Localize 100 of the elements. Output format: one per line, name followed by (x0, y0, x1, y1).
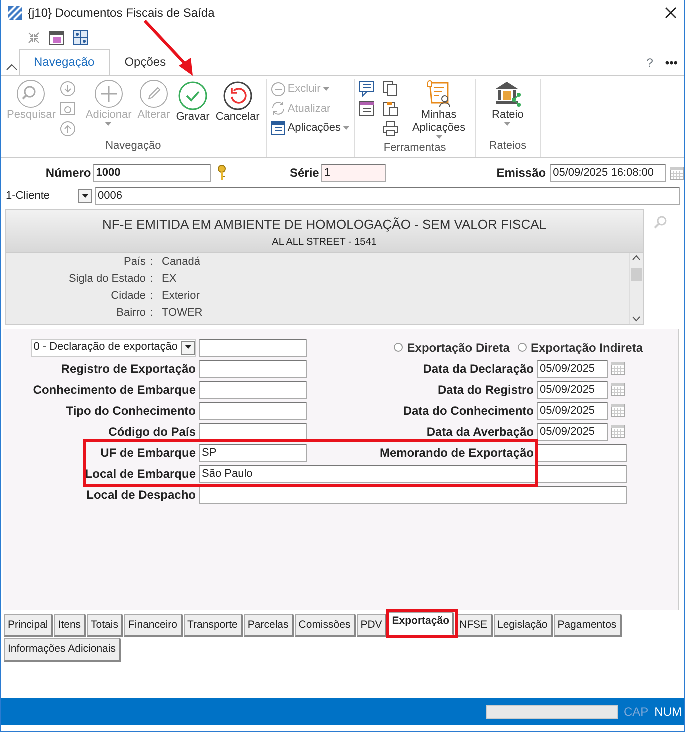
form-tab[interactable]: Totais (87, 614, 124, 638)
ribbon-button[interactable]: Cancelar (214, 79, 262, 138)
ribbon-button[interactable]: Gravar (174, 79, 212, 138)
help-button[interactable]: ? (646, 54, 654, 72)
plus-icon (94, 79, 124, 109)
caret-icon (82, 194, 88, 198)
more-options-button[interactable]: ••• (665, 54, 678, 72)
date-field[interactable]: 05/09/2025 (537, 380, 608, 398)
key-icon[interactable] (217, 165, 228, 181)
field-label: UF de Embarque (100, 444, 196, 462)
panel-title: NF-E EMITIDA EM AMBIENTE DE HOMOLOGAÇÃO - SEM VALOR FISCAL (102, 216, 548, 234)
window-title: {j10} Documentos Fiscais de Saída (28, 5, 216, 22)
form-tab[interactable]: Comissões (294, 614, 356, 638)
field-label: Tipo do Conhecimento (65, 402, 196, 420)
ribbon-tab[interactable]: Opções (110, 49, 182, 75)
caret-icon (436, 135, 443, 140)
declaration-type-select[interactable]: 0 - Declaração de exportação (30, 338, 196, 356)
form-icon[interactable] (359, 101, 376, 117)
radio-option[interactable]: Exportação Indireta (518, 338, 643, 356)
input-field[interactable] (199, 486, 627, 504)
form-tab[interactable]: Transporte (184, 614, 243, 638)
ribbon-button[interactable]: Minhas Aplicações (407, 79, 472, 140)
field-label: Código do País (108, 424, 196, 440)
form-tab[interactable]: Informações Adicionais (4, 638, 121, 662)
status-indicator: CAP (624, 704, 649, 720)
up-arrow-circle-icon[interactable] (60, 121, 76, 137)
separator-text: : (150, 306, 154, 322)
form-tab[interactable]: NFSE (455, 614, 492, 638)
form-tab[interactable]: Legislação (494, 614, 553, 638)
caret-icon (322, 86, 330, 92)
form-tab[interactable]: Pagamentos (554, 614, 622, 638)
paste-icon[interactable] (383, 101, 400, 117)
form-tab[interactable]: PDV (356, 614, 388, 638)
checkmark-icon (178, 81, 208, 111)
caret-icon (343, 126, 350, 131)
detail-value: Canadá (162, 254, 202, 270)
copy-icon[interactable] (383, 81, 400, 97)
customer-type-select[interactable]: 1-Cliente (4, 187, 92, 205)
number-field[interactable]: 1000 (93, 164, 212, 182)
form-tab[interactable]: Parcelas (244, 614, 294, 638)
input-field[interactable] (199, 338, 307, 356)
close-icon[interactable] (664, 6, 678, 20)
detail-label: País (122, 254, 146, 270)
refresh-icon (270, 101, 286, 116)
grid-table-icon[interactable] (73, 30, 89, 46)
menu-button[interactable]: Aplicações (270, 120, 350, 136)
ribbon-button[interactable]: Rateio (480, 79, 536, 138)
status-indicator: NUM (654, 704, 682, 720)
field-label: Emissão (496, 165, 546, 182)
search-window-icon[interactable] (60, 101, 76, 117)
input-field[interactable] (199, 422, 307, 440)
group-label: Rateios (488, 138, 528, 154)
separator-text: : (150, 289, 154, 304)
ribbon-tab[interactable]: Navegação (19, 49, 110, 75)
form-tab[interactable]: Exportação (388, 612, 454, 636)
date-field[interactable]: 05/09/2025 (537, 422, 608, 440)
date-time-field[interactable]: 05/09/2025 16:08:00 (550, 164, 666, 182)
form-tab[interactable]: Itens (54, 614, 86, 638)
detail-value: TOWER (162, 306, 204, 322)
radio-option[interactable]: Exportação Direta (394, 338, 510, 356)
minus-circle-icon (270, 82, 286, 97)
input-field[interactable] (199, 360, 307, 378)
detail-value: Exterior (162, 289, 201, 304)
detail-label: Cidade (110, 289, 146, 304)
input-field[interactable]: SP (199, 444, 307, 462)
input-field[interactable] (199, 402, 307, 420)
field-label: Número (44, 165, 92, 182)
form-tab[interactable]: Financeiro (124, 614, 183, 638)
group-label: Navegação (104, 138, 162, 154)
comment-icon[interactable] (359, 81, 376, 97)
caret-icon (184, 345, 192, 350)
detail-label: Bairro (116, 306, 146, 322)
field-label: Local de Despacho (86, 486, 196, 504)
form-tab[interactable]: Principal (4, 614, 54, 638)
group-label: Ferramentas (382, 141, 448, 156)
down-arrow-circle-icon[interactable] (60, 81, 76, 97)
input-field[interactable]: São Paulo (199, 464, 627, 482)
series-field[interactable]: 1 (321, 164, 386, 182)
input-field[interactable] (537, 444, 627, 462)
window-list-icon (270, 120, 286, 136)
scrollbar-thumb[interactable] (631, 268, 642, 280)
pencil-icon (138, 79, 169, 109)
search-icon (16, 79, 46, 109)
field-label: Data do Registro (436, 382, 534, 398)
detail-value: EX (162, 272, 178, 287)
collapse-arrows-icon[interactable] (27, 31, 41, 45)
field-label: Data da Declaração (422, 360, 534, 378)
scroll-up-icon[interactable] (632, 254, 641, 260)
customer-code-field[interactable]: 0006 (95, 187, 680, 205)
scroll-down-icon[interactable] (632, 316, 641, 322)
caret-icon (105, 122, 112, 128)
field-label: Registro de Exportação (60, 360, 196, 378)
field-label: Conhecimento de Embarque (32, 382, 196, 398)
app-logo-icon (7, 5, 23, 21)
print-icon[interactable] (383, 121, 400, 137)
date-field[interactable]: 05/09/2025 (537, 360, 608, 378)
date-field[interactable]: 05/09/2025 (537, 402, 608, 420)
detail-label: Sigla do Estado (68, 272, 146, 287)
undo-circle-icon (222, 81, 253, 111)
input-field[interactable] (199, 380, 307, 398)
